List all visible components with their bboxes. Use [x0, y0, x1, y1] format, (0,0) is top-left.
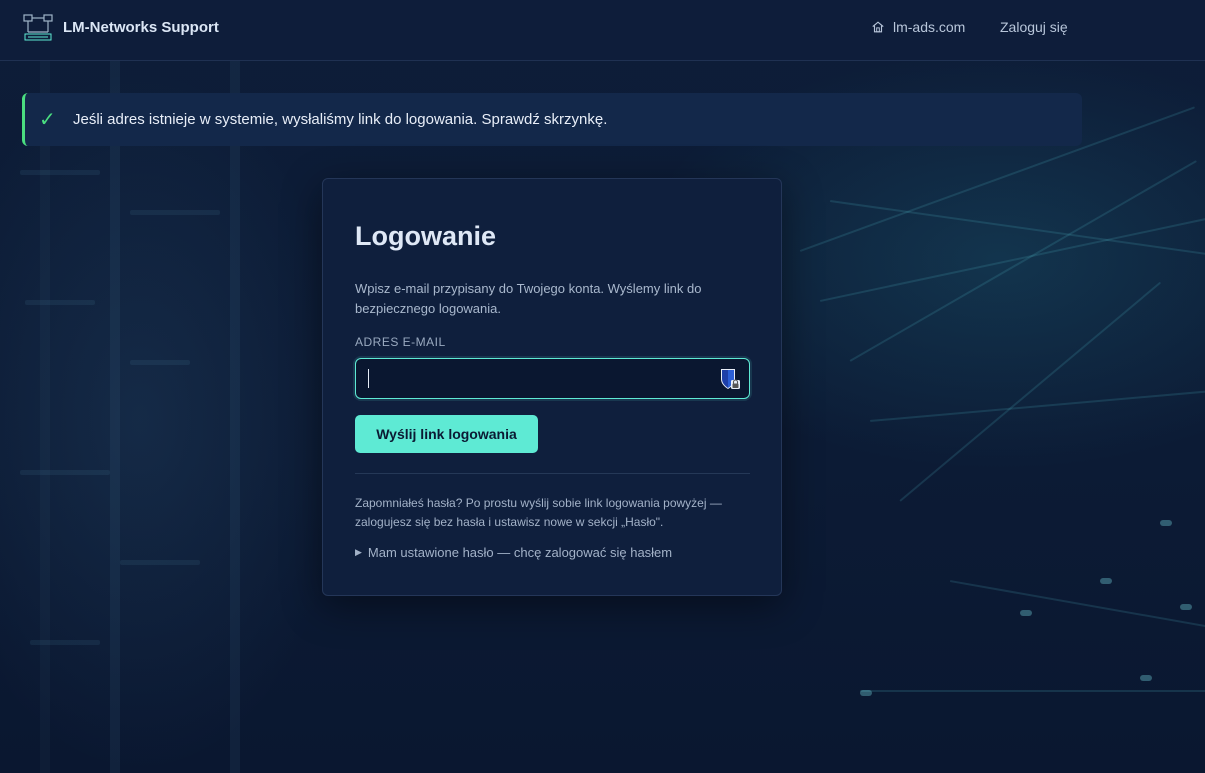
password-login-toggle[interactable]: ▶ Mam ustawione hasło — chcę zalogować s…	[355, 545, 672, 560]
login-card: Logowanie Wpisz e-mail przypisany do Two…	[322, 178, 782, 596]
home-icon	[872, 21, 884, 33]
send-login-link-button[interactable]: Wyślij link logowania	[355, 415, 538, 453]
login-description: Wpisz e-mail przypisany do Twojego konta…	[355, 281, 702, 316]
password-manager-icon[interactable]	[719, 367, 741, 391]
login-title: Logowanie	[355, 221, 496, 251]
nav-link-label: Zaloguj się	[1000, 19, 1068, 35]
divider	[355, 473, 750, 474]
nav-link-lm-ads[interactable]: lm-ads.com	[871, 19, 965, 35]
nav-link-login[interactable]: Zaloguj się	[1000, 19, 1068, 35]
forgot-password-help: Zapomniałeś hasła? Po prostu wyślij sobi…	[355, 496, 722, 529]
success-alert: ✓ Jeśli adres istnieje w systemie, wysła…	[22, 93, 1082, 146]
check-icon: ✓	[39, 109, 56, 131]
email-input[interactable]	[356, 359, 749, 398]
password-login-toggle-label: Mam ustawione hasło — chcę zalogować się…	[367, 545, 673, 560]
text-caret	[368, 369, 369, 388]
nav-link-label: lm-ads.com	[893, 19, 966, 35]
top-bar: LM-Networks Support lm-ads.com Zaloguj s…	[0, 0, 1205, 61]
email-label: ADRES E-MAIL	[355, 335, 446, 349]
lm-networks-logo[interactable]	[22, 12, 54, 44]
disclosure-triangle-icon: ▶	[355, 547, 362, 557]
email-field-wrapper	[355, 358, 750, 399]
brand-name[interactable]: LM-Networks Support	[63, 19, 219, 36]
alert-message: Jeśli adres istnieje w systemie, wysłali…	[73, 111, 608, 128]
